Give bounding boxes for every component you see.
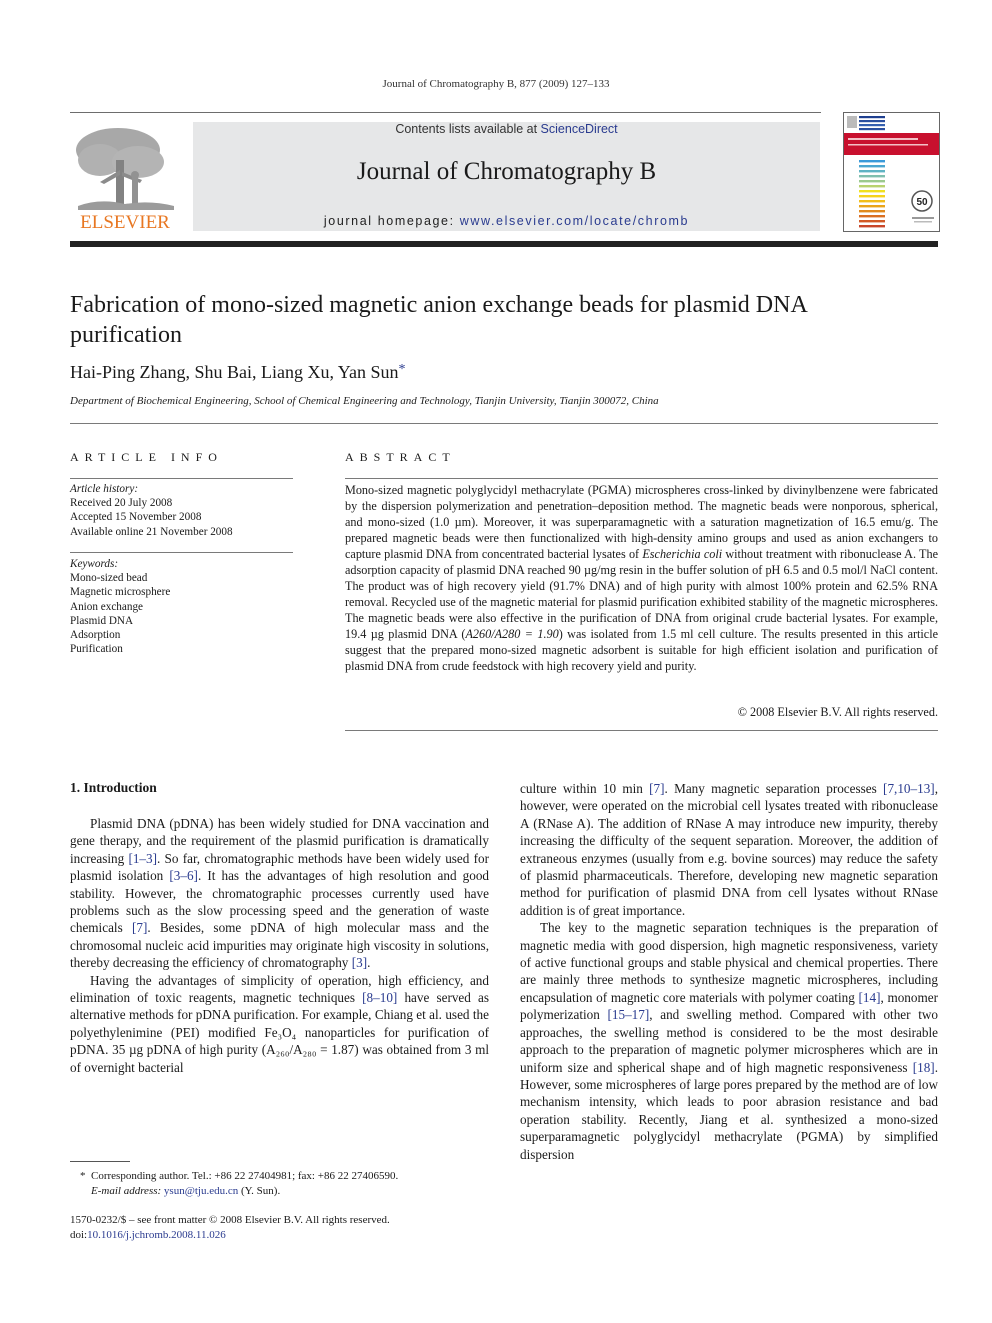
citation-link[interactable]: [7,10–13] [883,781,935,796]
author-list: Hai-Ping Zhang, Shu Bai, Liang Xu, Yan S… [70,362,406,382]
article-info-heading: ARTICLE INFO [70,450,223,464]
cover-stripe [859,210,885,213]
journal-cover-thumbnail[interactable]: 50 [843,112,940,232]
journal-banner: Contents lists available at ScienceDirec… [193,122,820,231]
citation-link[interactable]: [3] [352,955,367,970]
email-link[interactable]: ysun@tju.edu.cn [164,1185,238,1197]
affiliation: Department of Biochemical Engineering, S… [70,395,659,407]
abstract-copyright: © 2008 Elsevier B.V. All rights reserved… [737,705,938,719]
running-head: Journal of Chromatography B, 877 (2009) … [382,78,610,90]
svg-text:50: 50 [916,197,928,208]
elsevier-tree-icon: ELSEVIER [76,128,174,233]
cover-stripe [859,205,885,208]
elsevier-logo[interactable]: ELSEVIER [70,120,180,233]
cover-stripe [859,160,885,163]
header-thick-rule [70,241,938,247]
section-heading-introduction: 1. Introduction [70,780,157,795]
corresponding-author-link[interactable]: * [399,362,406,377]
keyword-item: Adsorption [70,629,121,642]
history-accepted: Accepted 15 November 2008 [70,511,202,524]
body-right-column: culture within 10 min [7]. Many magnetic… [520,780,938,1163]
cover-stripe [859,124,885,127]
cover-stripe [859,165,885,168]
history-received: Received 20 July 2008 [70,497,173,510]
cover-stripe [859,128,885,131]
cover-stripe [859,116,885,119]
abstract-rule [345,478,938,479]
paragraph: Plasmid DNA (pDNA) has been widely studi… [70,816,490,971]
cover-stripe [859,220,885,223]
header-rule [70,112,821,113]
keywords-label: Keywords: [70,558,119,570]
paragraph: The key to the magnetic separation techn… [520,920,939,1162]
footnote-rule [70,1161,130,1162]
cover-stripe [859,185,885,188]
cover-stripe [859,175,885,178]
cover-stripe [859,195,885,198]
citation-link[interactable]: [3–6] [169,868,198,883]
keyword-item: Purification [70,643,123,656]
citation-link[interactable]: [15–17] [608,1007,650,1022]
journal-homepage-line: journal homepage: www.elsevier.com/locat… [323,214,690,228]
corresponding-author-footnote: * Corresponding author. Tel.: +86 22 274… [80,1170,399,1197]
history-online: Available online 21 November 2008 [70,525,233,538]
article-history-label: Article history: [70,483,139,495]
cover-stripe [859,180,885,183]
paragraph: Having the advantages of simplicity of o… [70,972,489,1075]
cover-stripe [859,190,885,193]
issn-copyright-line: 1570-0232/$ – see front matter © 2008 El… [70,1214,390,1226]
cover-stripe [859,225,885,228]
citation-link[interactable]: [7] [132,920,147,935]
affiliation-rule [70,423,938,424]
doi-link[interactable]: 10.1016/j.jchromb.2008.11.026 [87,1229,226,1241]
keywords: Keywords: Mono-sized bead Magnetic micro… [70,557,293,656]
keyword-item: Anion exchange [70,600,144,613]
journal-title: Journal of Chromatography B [356,158,657,185]
paragraph: culture within 10 min [7]. Many magnetic… [520,781,938,918]
contents-available-line: Contents lists available at ScienceDirec… [395,122,618,136]
citation-link[interactable]: [8–10] [362,990,397,1005]
abstract-text: Mono-sized magnetic polyglycidyl methacr… [345,483,939,673]
citation-link[interactable]: [1–3] [128,851,157,866]
svg-text:ELSEVIER: ELSEVIER [80,212,170,232]
keyword-item: Mono-sized bead [70,572,148,585]
cover-stripe [859,120,885,123]
sciencedirect-link[interactable]: ScienceDirect [541,122,618,136]
article-history: Article history: Received 20 July 2008 A… [70,482,293,539]
journal-homepage-link[interactable]: www.elsevier.com/locate/chromb [460,214,689,228]
front-matter: 1570-0232/$ – see front matter © 2008 El… [70,1214,390,1241]
cover-art-icon: 50 [844,116,939,228]
keywords-rule [70,552,293,553]
keyword-item: Magnetic microsphere [70,586,171,599]
citation-link[interactable]: [18] [913,1060,935,1075]
cover-stripe [859,215,885,218]
body-left-column: Plasmid DNA (pDNA) has been widely studi… [70,815,489,1076]
abstract-heading: ABSTRACT [345,450,456,464]
article-info-rule [70,478,293,479]
abstract-bottom-rule [345,730,938,731]
article-title: Fabrication of mono-sized magnetic anion… [70,292,807,348]
citation-link[interactable]: [14] [859,990,881,1005]
cover-stripe [859,200,885,203]
citation-link[interactable]: [7] [649,781,664,796]
keyword-item: Plasmid DNA [70,614,134,627]
cover-stripe [859,170,885,173]
